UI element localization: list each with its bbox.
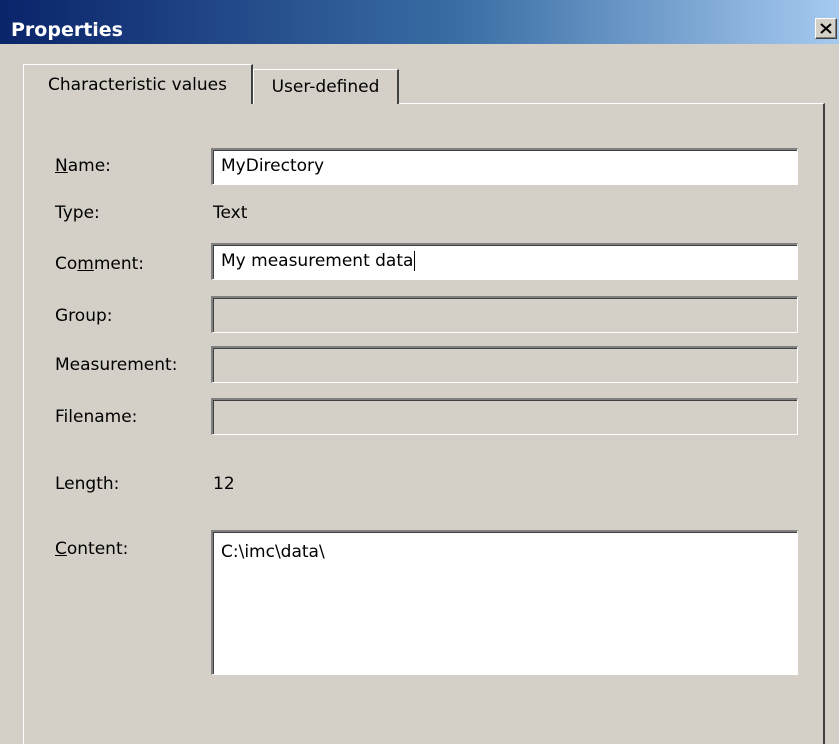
type-value: Text (213, 203, 248, 223)
properties-window: Properties Characteristic values User-de… (0, 0, 839, 744)
comment-value: My measurement data (221, 251, 414, 271)
comment-field[interactable]: My measurement data (211, 243, 798, 280)
measurement-field (211, 346, 798, 383)
title-bar[interactable]: Properties (0, 0, 839, 44)
content-value: C:\imc\data\ (221, 542, 325, 562)
tab-label: Characteristic values (48, 74, 227, 95)
comment-label: Comment: (55, 254, 145, 274)
name-value: MyDirectory (221, 156, 325, 176)
text-caret (414, 251, 416, 271)
group-field (211, 296, 798, 333)
content-textarea[interactable]: C:\imc\data\ (211, 530, 798, 675)
close-icon (820, 23, 832, 34)
length-value: 12 (213, 474, 235, 494)
close-button[interactable] (815, 18, 837, 39)
content-label: Content: (55, 539, 129, 559)
type-label: Type: (55, 203, 100, 223)
tab-user-defined[interactable]: User-defined (253, 69, 399, 104)
tab-strip: Characteristic values User-defined (0, 44, 839, 104)
measurement-label: Measurement: (55, 355, 178, 375)
window-title: Properties (11, 19, 123, 41)
group-label: Group: (55, 306, 113, 326)
filename-field (211, 398, 798, 435)
name-label: Name: (55, 156, 111, 176)
filename-label: Filename: (55, 407, 138, 427)
length-label: Length: (55, 474, 120, 494)
tab-characteristic-values[interactable]: Characteristic values (23, 64, 253, 104)
tab-label: User-defined (271, 77, 380, 97)
name-field[interactable]: MyDirectory (211, 148, 798, 185)
